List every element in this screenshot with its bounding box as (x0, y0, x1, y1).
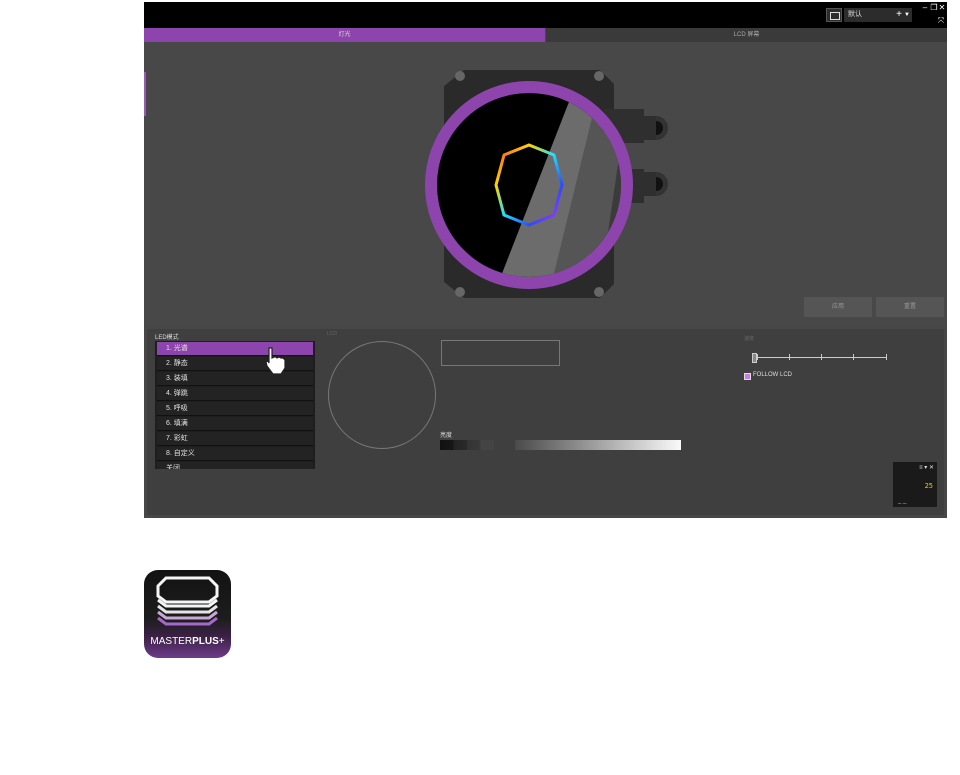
led-mode-item[interactable]: 5. 呼吸 (157, 402, 313, 416)
chevron-down-icon[interactable]: ▼ (904, 8, 910, 22)
led-mode-item[interactable]: 8. 自定义 (157, 447, 313, 461)
logo-text-suffix: + (218, 636, 225, 647)
profile-image-button[interactable] (826, 8, 842, 22)
logo-text-bold: PLUS (192, 636, 219, 647)
led-mode-item[interactable]: 4. 弹跳 (157, 387, 313, 401)
masterplus-logo: MASTERPLUS+ (144, 570, 231, 658)
speed-slider-thumb[interactable] (752, 353, 757, 363)
led-mode-item[interactable]: 关闭 (157, 462, 313, 469)
slider-tick (789, 354, 790, 360)
widget-value: 25 (924, 482, 933, 490)
tab-bar: 灯光 LCD 屏幕 (144, 28, 947, 42)
apply-button[interactable]: 应用 (804, 297, 872, 317)
slider-tick (886, 354, 887, 360)
follow-lcd-checkbox[interactable] (744, 373, 751, 380)
title-bar: 默认 + ▼ – ❐ ✕ ⤧ (144, 2, 947, 28)
lcd-section-label: LCD (327, 331, 338, 337)
stacked-hexagon-icon (156, 576, 219, 626)
slider-tick (757, 354, 758, 360)
brightness-gradient-slider[interactable] (515, 440, 681, 450)
side-accent (144, 72, 146, 116)
reset-button[interactable]: 重置 (876, 297, 944, 317)
expand-icon[interactable]: ⤧ (937, 17, 945, 25)
color-picker-box[interactable] (441, 340, 560, 366)
brightness-label: 亮度 (440, 433, 453, 439)
led-mode-item[interactable]: 7. 彩虹 (157, 432, 313, 446)
hand-cursor-icon (265, 347, 286, 375)
lcd-preview-circle (328, 341, 436, 449)
minimize-button[interactable]: – (921, 4, 929, 12)
led-mode-item[interactable]: 6. 填满 (157, 417, 313, 431)
settings-panel: LED模式 1. 光谱 2. 静态 3. 装填 4. 弹跳 5. 呼吸 6. 填… (147, 329, 944, 515)
follow-lcd-label: FOLLOW LCD (753, 372, 793, 378)
speed-label: 速度 (744, 336, 755, 342)
slider-tick (821, 354, 822, 360)
brightness-swatches[interactable] (440, 440, 494, 450)
masterplus-window: 默认 + ▼ – ❐ ✕ ⤧ 灯光 LCD 屏幕 应用 重置 LED模式 1. … (144, 2, 947, 518)
profile-select[interactable]: 默认 + ▼ (844, 8, 912, 22)
plus-icon[interactable]: + (896, 8, 902, 22)
logo-wordmark: MASTERPLUS+ (144, 636, 231, 647)
led-mode-label: LED模式 (155, 335, 179, 341)
widget-bars-icon: _ _ (898, 498, 907, 504)
profile-select-value: 默认 (848, 11, 862, 18)
restore-button[interactable]: ❐ (930, 4, 938, 12)
mini-monitor-widget[interactable]: ≡ ▾ ✕ 25 _ _ (893, 462, 937, 507)
led-mode-list: 1. 光谱 2. 静态 3. 装填 4. 弹跳 5. 呼吸 6. 填满 7. 彩… (155, 341, 315, 469)
slider-tick (853, 354, 854, 360)
logo-text-light: MASTER (150, 636, 193, 647)
tab-lcd-screen[interactable]: LCD 屏幕 (546, 28, 947, 42)
speed-slider-track[interactable] (757, 354, 887, 360)
cooler-pump-image (425, 70, 668, 298)
tab-lighting[interactable]: 灯光 (144, 28, 545, 42)
widget-controls-icon[interactable]: ≡ ▾ ✕ (919, 464, 934, 471)
close-button[interactable]: ✕ (938, 4, 946, 12)
device-preview: 应用 重置 (144, 42, 947, 327)
